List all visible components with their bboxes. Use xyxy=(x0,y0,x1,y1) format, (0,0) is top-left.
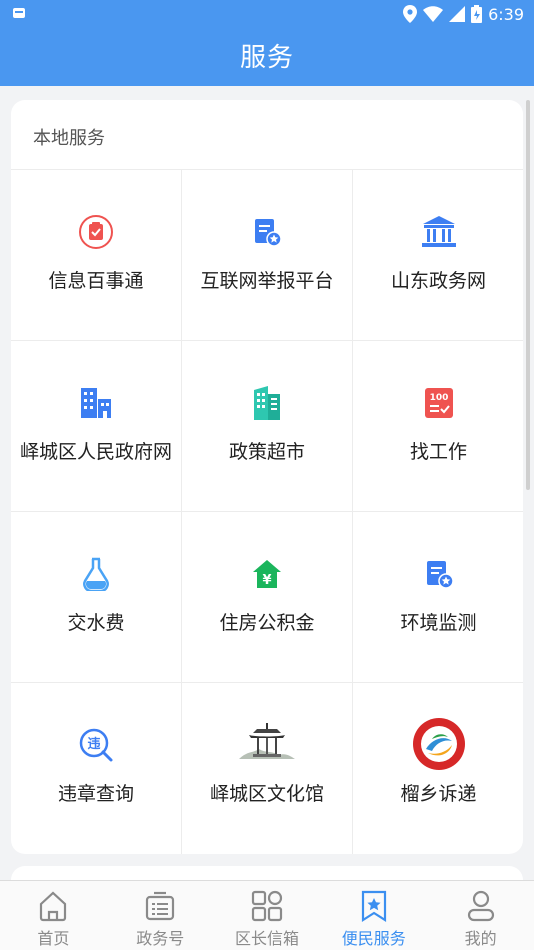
signal-icon xyxy=(449,6,466,22)
office-building-icon xyxy=(247,383,287,423)
service-water-bill[interactable]: 交水费 xyxy=(11,512,182,683)
violation-search-icon: 违 xyxy=(76,725,116,765)
tab-label: 便民服务 xyxy=(341,929,406,948)
service-label: 交水费 xyxy=(67,612,125,634)
home-icon xyxy=(36,889,70,923)
service-label: 找工作 xyxy=(409,441,467,463)
notification-icon xyxy=(12,6,26,20)
svg-text:100: 100 xyxy=(429,393,448,403)
page-title: 服务 xyxy=(0,28,534,86)
score-list-icon: 100 xyxy=(419,383,459,423)
service-internet-report[interactable]: 互联网举报平台 xyxy=(182,170,353,341)
list-box-icon xyxy=(143,889,177,923)
tab-label: 区长信箱 xyxy=(234,929,299,948)
bookmark-star-icon xyxy=(357,889,391,923)
service-label: 山东政务网 xyxy=(390,270,486,292)
service-label: 住房公积金 xyxy=(219,612,315,634)
service-violation-query[interactable]: 违 违章查询 xyxy=(11,683,182,854)
service-label: 信息百事通 xyxy=(48,270,144,292)
tab-gov-accounts[interactable]: 政务号 xyxy=(107,881,214,950)
wifi-icon xyxy=(423,6,444,22)
water-flask-icon xyxy=(76,554,116,594)
service-culture-center[interactable]: 峄城区文化馆 xyxy=(182,683,353,854)
city-buildings-icon xyxy=(76,383,116,423)
battery-icon xyxy=(471,5,483,23)
clock-text: 6:39 xyxy=(488,4,524,24)
round-emblem-icon xyxy=(412,717,466,771)
service-district-gov[interactable]: 峄城区人民政府网 xyxy=(11,341,182,512)
service-housing-fund[interactable]: ¥ 住房公积金 xyxy=(182,512,353,683)
service-find-job[interactable]: 100 找工作 xyxy=(353,341,523,512)
service-policy-market[interactable]: 政策超市 xyxy=(182,341,353,512)
service-label: 政策超市 xyxy=(228,441,305,463)
tab-label: 我的 xyxy=(464,929,497,948)
service-shandong-gov[interactable]: 山东政务网 xyxy=(353,170,523,341)
scrollbar-thumb[interactable] xyxy=(526,100,530,490)
service-complaint[interactable]: 榴乡诉递 xyxy=(353,683,523,854)
government-building-icon xyxy=(419,212,459,252)
house-yuan-icon: ¥ xyxy=(247,554,287,594)
svg-text:¥: ¥ xyxy=(262,573,271,588)
tab-home[interactable]: 首页 xyxy=(0,881,107,950)
service-label: 峄城区文化馆 xyxy=(209,783,324,805)
service-label: 榴乡诉递 xyxy=(400,783,477,805)
service-label: 违章查询 xyxy=(57,783,134,805)
location-icon xyxy=(403,5,418,23)
local-services-card: 本地服务 信息百事通 互联网举报平台 山东政务网 峄城区人民政府网 政策超市 1… xyxy=(11,100,523,854)
service-label: 环境监测 xyxy=(400,612,477,634)
tab-label: 首页 xyxy=(37,929,70,948)
person-icon xyxy=(464,889,498,923)
tab-convenience[interactable]: 便民服务 xyxy=(320,881,427,950)
bottom-tab-bar: 首页 政务号 区长信箱 便民服务 我的 xyxy=(0,880,534,950)
document-star-icon xyxy=(419,554,459,594)
service-info-hub[interactable]: 信息百事通 xyxy=(11,170,182,341)
svg-text:违: 违 xyxy=(87,736,100,752)
tab-mayor-mailbox[interactable]: 区长信箱 xyxy=(214,881,321,950)
grid-apps-icon xyxy=(250,889,284,923)
section-title: 本地服务 xyxy=(33,128,105,149)
status-bar: 6:39 xyxy=(0,0,534,28)
services-grid: 信息百事通 互联网举报平台 山东政务网 峄城区人民政府网 政策超市 100 找工… xyxy=(11,169,523,854)
pavilion-icon xyxy=(239,721,295,765)
service-label: 峄城区人民政府网 xyxy=(19,441,172,463)
document-star-icon xyxy=(247,212,287,252)
tab-label: 政务号 xyxy=(136,929,185,948)
service-label: 互联网举报平台 xyxy=(200,270,334,292)
tab-mine[interactable]: 我的 xyxy=(427,881,534,950)
clipboard-check-icon xyxy=(76,212,116,252)
service-env-monitor[interactable]: 环境监测 xyxy=(353,512,523,683)
